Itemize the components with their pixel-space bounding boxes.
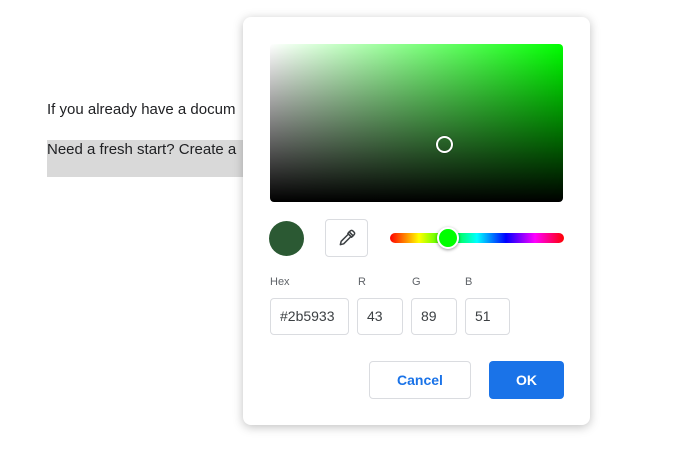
saturation-value-area[interactable] — [270, 44, 563, 202]
hex-input[interactable]: #2b5933 — [270, 298, 349, 335]
b-input[interactable]: 51 — [465, 298, 510, 335]
hex-label: Hex — [270, 276, 290, 288]
g-label: G — [412, 276, 421, 288]
hue-slider[interactable] — [390, 227, 564, 249]
b-label: B — [465, 276, 473, 288]
hue-slider-thumb[interactable] — [436, 227, 459, 249]
r-label: R — [358, 276, 366, 288]
r-input[interactable]: 43 — [357, 298, 403, 335]
color-preview-swatch — [269, 221, 304, 256]
ok-button[interactable]: OK — [489, 361, 564, 399]
eyedropper-button[interactable] — [325, 219, 368, 257]
saturation-value-cursor[interactable] — [436, 136, 453, 153]
g-input[interactable]: 89 — [411, 298, 457, 335]
document-text-line-selected: Need a fresh start? Create a — [47, 140, 243, 177]
cancel-button[interactable]: Cancel — [369, 361, 471, 399]
document-text-line: If you already have a docum — [47, 101, 236, 118]
eyedropper-icon — [339, 229, 355, 246]
color-picker-dialog: Hex R G B #2b5933 43 89 51 Cancel OK — [243, 17, 590, 425]
